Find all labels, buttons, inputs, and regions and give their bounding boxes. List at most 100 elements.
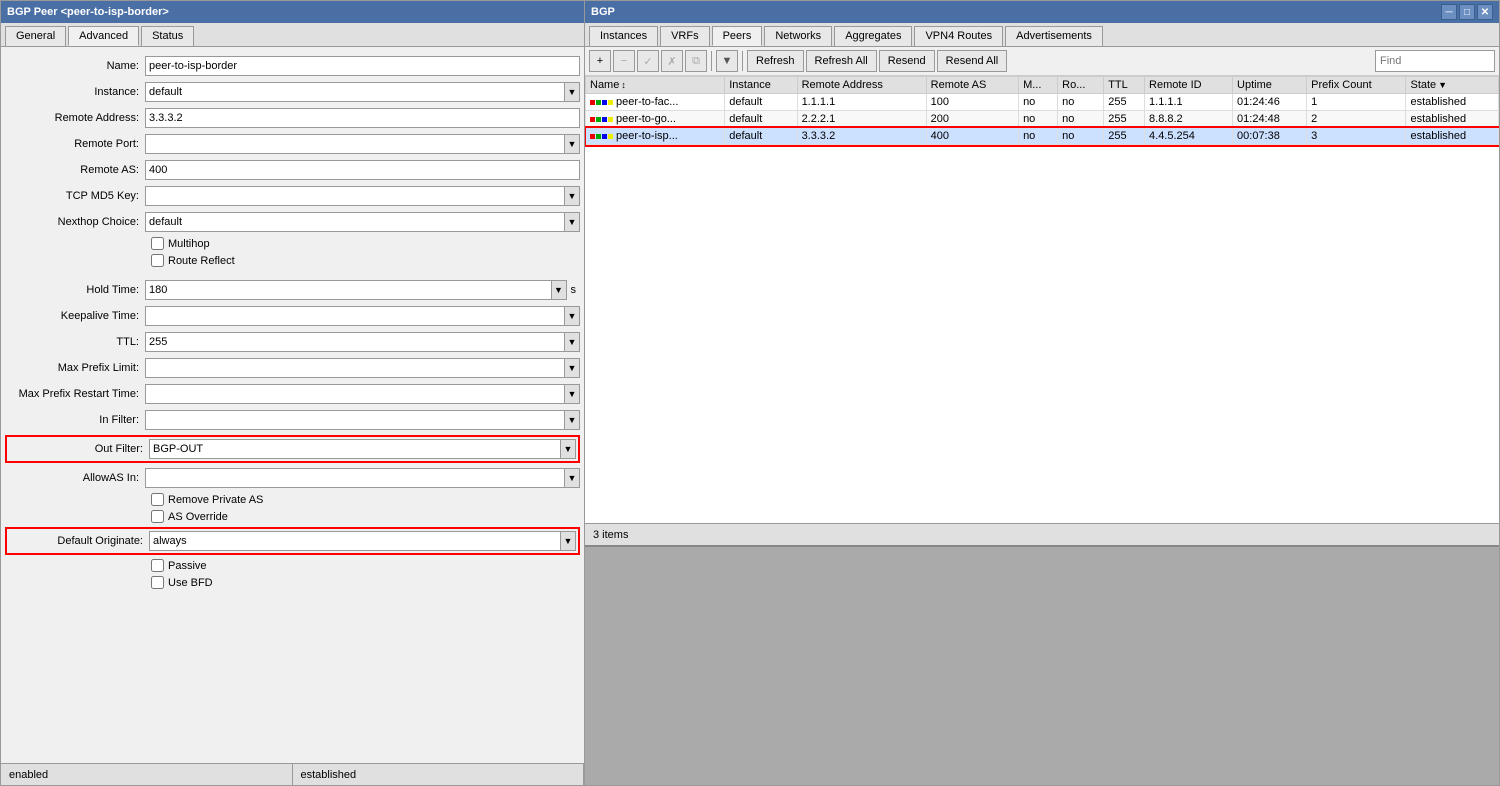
row-icon — [590, 100, 613, 105]
cancel-button[interactable]: ✗ — [661, 50, 683, 72]
table-cell: 255 — [1104, 128, 1145, 145]
left-panel: BGP Peer <peer-to-isp-border> General Ad… — [0, 0, 585, 786]
default-originate-dropdown[interactable]: ▼ — [560, 531, 576, 551]
resend-button[interactable]: Resend — [879, 50, 935, 72]
tab-vrfs[interactable]: VRFs — [660, 26, 710, 46]
hold-time-dropdown[interactable]: ▼ — [551, 280, 567, 300]
resend-all-button[interactable]: Resend All — [937, 50, 1008, 72]
maximize-btn[interactable]: □ — [1459, 4, 1475, 20]
max-prefix-dropdown[interactable]: ▼ — [564, 358, 580, 378]
table-cell: no — [1019, 94, 1058, 111]
col-state[interactable]: State▼ — [1406, 77, 1499, 94]
left-panel-title-text: BGP Peer <peer-to-isp-border> — [7, 6, 169, 18]
table-row[interactable]: peer-to-isp...default3.3.3.2400nono2554.… — [586, 128, 1499, 145]
copy-button[interactable]: ⧉ — [685, 50, 707, 72]
col-instance[interactable]: Instance — [725, 77, 797, 94]
nexthop-dropdown[interactable]: ▼ — [564, 212, 580, 232]
remote-port-row: Remote Port: ▼ — [5, 133, 580, 155]
instance-label: Instance: — [5, 86, 145, 98]
tab-advertisements[interactable]: Advertisements — [1005, 26, 1103, 46]
use-bfd-checkbox[interactable] — [151, 576, 164, 589]
hold-time-input[interactable] — [145, 280, 551, 300]
in-filter-dropdown[interactable]: ▼ — [564, 410, 580, 430]
col-ttl[interactable]: TTL — [1104, 77, 1145, 94]
max-prefix-restart-dropdown[interactable]: ▼ — [564, 384, 580, 404]
remote-address-input[interactable] — [145, 108, 580, 128]
name-label: Name: — [5, 60, 145, 72]
keepalive-input[interactable] — [145, 306, 564, 326]
refresh-button[interactable]: Refresh — [747, 50, 804, 72]
remote-port-input[interactable] — [145, 134, 564, 154]
col-remote-as[interactable]: Remote AS — [926, 77, 1018, 94]
filter-button[interactable]: ▼ — [716, 50, 738, 72]
table-row[interactable]: peer-to-go...default2.2.2.1200nono2558.8… — [586, 111, 1499, 128]
instance-input[interactable] — [145, 82, 564, 102]
table-cell: default — [725, 94, 797, 111]
col-prefix-count[interactable]: Prefix Count — [1307, 77, 1406, 94]
tab-general[interactable]: General — [5, 26, 66, 46]
col-m[interactable]: M... — [1019, 77, 1058, 94]
instance-dropdown[interactable]: ▼ — [564, 82, 580, 102]
table-cell: 1.1.1.1 — [1145, 94, 1233, 111]
remove-private-as-checkbox[interactable] — [151, 493, 164, 506]
tcp-md5-row: TCP MD5 Key: ▼ — [5, 185, 580, 207]
remote-as-label: Remote AS: — [5, 164, 145, 176]
col-ro[interactable]: Ro... — [1058, 77, 1104, 94]
table-cell: default — [725, 111, 797, 128]
table-row[interactable]: peer-to-fac...default1.1.1.1100nono2551.… — [586, 94, 1499, 111]
col-name[interactable]: Name↕ — [586, 77, 725, 94]
passive-checkbox[interactable] — [151, 559, 164, 572]
table-body: peer-to-fac...default1.1.1.1100nono2551.… — [586, 94, 1499, 145]
tab-peers[interactable]: Peers — [712, 26, 763, 46]
multihop-checkbox[interactable] — [151, 237, 164, 250]
col-remote-id[interactable]: Remote ID — [1145, 77, 1233, 94]
tab-advanced[interactable]: Advanced — [68, 26, 139, 46]
remote-as-input[interactable] — [145, 160, 580, 180]
tcp-md5-dropdown[interactable]: ▼ — [564, 186, 580, 206]
nexthop-control: ▼ — [145, 212, 580, 232]
col-remote-address[interactable]: Remote Address — [797, 77, 926, 94]
allowas-input[interactable] — [145, 468, 564, 488]
nexthop-input[interactable] — [145, 212, 564, 232]
edit-button[interactable]: ✓ — [637, 50, 659, 72]
in-filter-input[interactable] — [145, 410, 564, 430]
table-container: Name↕ Instance Remote Address Remote AS … — [585, 76, 1499, 523]
route-reflect-checkbox[interactable] — [151, 254, 164, 267]
right-panel-title: BGP ─ □ ✕ — [585, 1, 1499, 23]
row-icon — [590, 134, 613, 139]
out-filter-input[interactable] — [149, 439, 560, 459]
passive-label: Passive — [168, 560, 207, 572]
out-filter-dropdown[interactable]: ▼ — [560, 439, 576, 459]
tab-instances[interactable]: Instances — [589, 26, 658, 46]
default-originate-input[interactable] — [149, 531, 560, 551]
as-override-row: AS Override — [5, 510, 580, 523]
tab-status[interactable]: Status — [141, 26, 194, 46]
col-uptime[interactable]: Uptime — [1233, 77, 1307, 94]
table-cell: 00:07:38 — [1233, 128, 1307, 145]
max-prefix-restart-input[interactable] — [145, 384, 564, 404]
refresh-all-button[interactable]: Refresh All — [806, 50, 877, 72]
ttl-control: ▼ — [145, 332, 580, 352]
add-button[interactable]: + — [589, 50, 611, 72]
table-cell: established — [1406, 94, 1499, 111]
right-status-bar: 3 items — [585, 523, 1499, 545]
use-bfd-row: Use BFD — [5, 576, 580, 589]
tab-aggregates[interactable]: Aggregates — [834, 26, 912, 46]
keepalive-dropdown[interactable]: ▼ — [564, 306, 580, 326]
max-prefix-input[interactable] — [145, 358, 564, 378]
keepalive-control: ▼ — [145, 306, 580, 326]
remove-button[interactable]: − — [613, 50, 635, 72]
close-btn[interactable]: ✕ — [1477, 4, 1493, 20]
max-prefix-label: Max Prefix Limit: — [5, 362, 145, 374]
allowas-dropdown[interactable]: ▼ — [564, 468, 580, 488]
find-input[interactable] — [1375, 50, 1495, 72]
as-override-checkbox[interactable] — [151, 510, 164, 523]
ttl-dropdown[interactable]: ▼ — [564, 332, 580, 352]
minimize-btn[interactable]: ─ — [1441, 4, 1457, 20]
tab-vpn4-routes[interactable]: VPN4 Routes — [914, 26, 1003, 46]
tab-networks[interactable]: Networks — [764, 26, 832, 46]
remote-port-dropdown[interactable]: ▼ — [564, 134, 580, 154]
name-input[interactable] — [145, 56, 580, 76]
tcp-md5-input[interactable] — [145, 186, 564, 206]
ttl-input[interactable] — [145, 332, 564, 352]
